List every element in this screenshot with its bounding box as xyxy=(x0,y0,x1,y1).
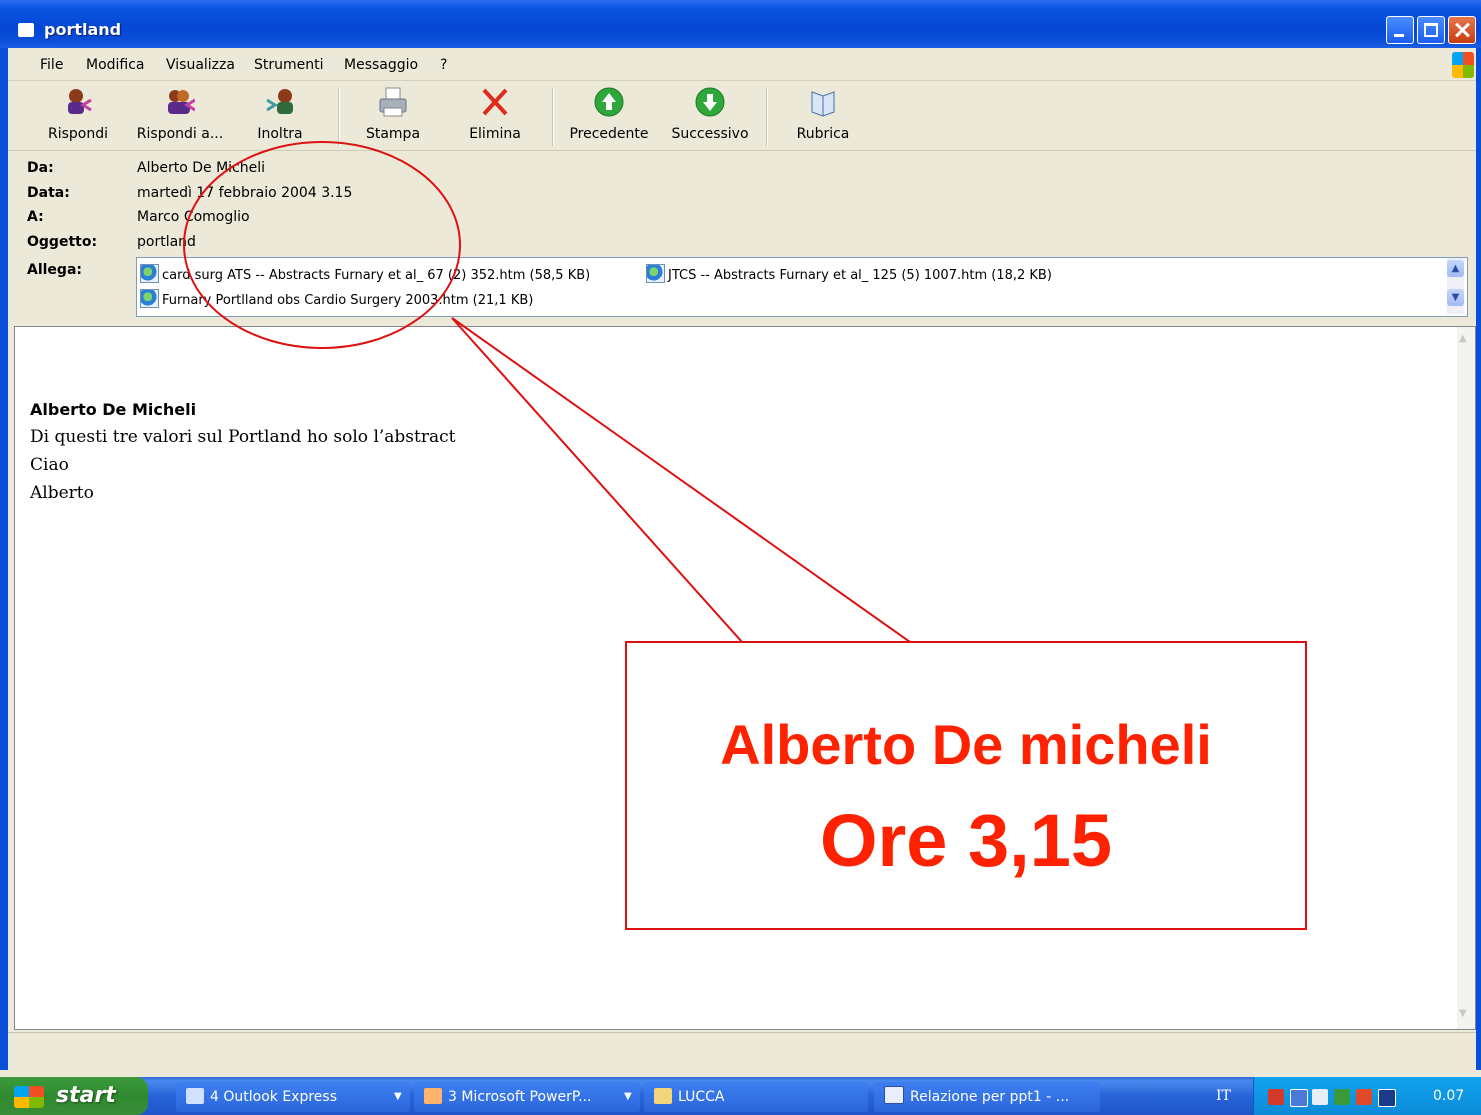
callout-pointer xyxy=(451,317,911,643)
callout-time: Ore 3,15 xyxy=(819,799,1113,882)
windows-logo-icon xyxy=(14,1086,44,1108)
monitor-icon[interactable] xyxy=(1290,1089,1308,1107)
keyboard-icon[interactable] xyxy=(1312,1089,1328,1105)
chevron-down-icon: ▼ xyxy=(394,1091,402,1102)
taskbar-item-powerpoint[interactable]: 3 Microsoft PowerP... ▼ xyxy=(414,1082,640,1112)
antivirus-icon[interactable] xyxy=(1334,1089,1350,1105)
taskbar-item-lucca[interactable]: LUCCA xyxy=(644,1082,868,1112)
annotation-ellipse xyxy=(183,141,461,349)
callout-box xyxy=(625,641,1307,930)
network-icon[interactable] xyxy=(1268,1089,1284,1105)
clock[interactable]: 0.07 xyxy=(1433,1088,1464,1104)
folder-icon xyxy=(654,1088,672,1104)
app-tray-icon[interactable] xyxy=(1356,1089,1372,1105)
media-play-icon[interactable] xyxy=(1378,1089,1396,1107)
annotation-overlay xyxy=(183,141,911,643)
callout-title: Alberto De micheli xyxy=(720,713,1212,776)
language-indicator[interactable]: IT xyxy=(1216,1088,1231,1104)
word-icon xyxy=(884,1086,904,1104)
taskbar-item-outlook[interactable]: 4 Outlook Express ▼ xyxy=(176,1082,410,1112)
taskbar-item-word[interactable]: Relazione per ppt1 - ... xyxy=(874,1082,1100,1112)
powerpoint-icon xyxy=(424,1088,442,1104)
start-label: start xyxy=(56,1083,116,1108)
outlook-icon xyxy=(186,1088,204,1104)
chevron-down-icon: ▼ xyxy=(624,1091,632,1102)
